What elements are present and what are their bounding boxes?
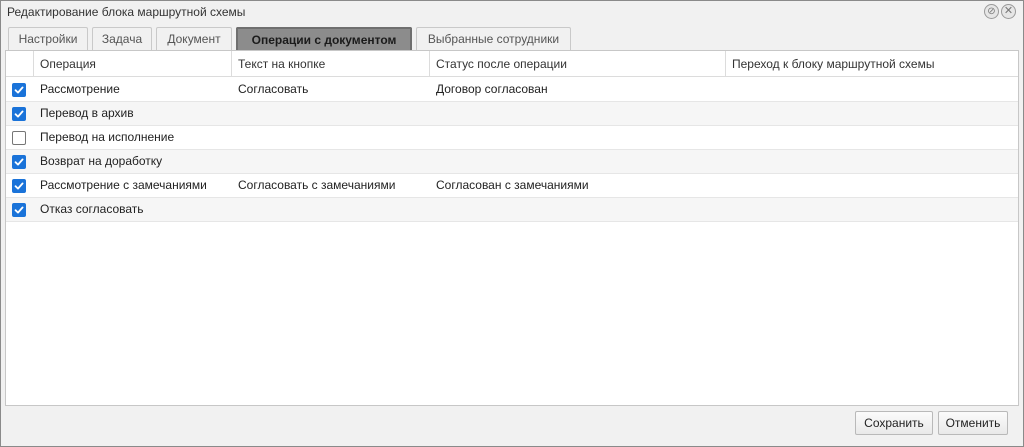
- grid-header: Операция Текст на кнопке Статус после оп…: [6, 51, 1018, 77]
- checkbox-unchecked[interactable]: [12, 131, 26, 145]
- table-row[interactable]: Возврат на доработку: [6, 150, 1018, 174]
- checkbox-checked[interactable]: [12, 155, 26, 169]
- table-row[interactable]: Рассмотрение с замечаниями Согласовать с …: [6, 174, 1018, 198]
- cell-operation: Перевод на исполнение: [40, 130, 175, 144]
- tab-document[interactable]: Документ: [156, 27, 232, 50]
- checkbox-checked[interactable]: [12, 83, 26, 97]
- cell-operation: Рассмотрение с замечаниями: [40, 178, 207, 192]
- header-checkbox-column: [6, 51, 34, 77]
- cell-status: Согласован с замечаниями: [436, 178, 589, 192]
- save-button[interactable]: Сохранить: [855, 411, 933, 435]
- cell-button-text: [232, 126, 238, 150]
- restore-icon[interactable]: ⊘: [984, 4, 999, 19]
- title-bar[interactable]: Редактирование блока маршрутной схемы ⊘ …: [1, 1, 1023, 23]
- dialog-window: Редактирование блока маршрутной схемы ⊘ …: [0, 0, 1024, 447]
- cell-status: [430, 198, 436, 222]
- column-header-transition[interactable]: Переход к блоку маршрутной схемы: [726, 51, 1018, 77]
- operations-grid: Операция Текст на кнопке Статус после оп…: [5, 50, 1019, 406]
- cell-button-text: [232, 102, 238, 126]
- cell-operation: Перевод в архив: [40, 106, 134, 120]
- cell-status: [430, 150, 436, 174]
- tab-selected-employees[interactable]: Выбранные сотрудники: [416, 27, 571, 50]
- column-header-operation[interactable]: Операция: [34, 51, 232, 77]
- cell-transition: [726, 126, 732, 150]
- table-row[interactable]: Перевод на исполнение: [6, 126, 1018, 150]
- tab-settings[interactable]: Настройки: [8, 27, 88, 50]
- cell-transition: [726, 102, 732, 126]
- cell-operation: Рассмотрение: [40, 82, 120, 96]
- cell-status: [430, 126, 436, 150]
- cell-operation: Отказ согласовать: [40, 202, 144, 216]
- cancel-button[interactable]: Отменить: [938, 411, 1008, 435]
- close-icon[interactable]: ✕: [1001, 4, 1016, 19]
- cell-status: [430, 102, 436, 126]
- cell-transition: [726, 174, 732, 198]
- cell-transition: [726, 150, 732, 174]
- cell-transition: [726, 78, 732, 102]
- tab-document-operations[interactable]: Операции с документом: [236, 27, 412, 50]
- cell-status: Договор согласован: [436, 82, 548, 96]
- column-header-button-text[interactable]: Текст на кнопке: [232, 51, 430, 77]
- checkbox-checked[interactable]: [12, 203, 26, 217]
- cell-transition: [726, 198, 732, 222]
- table-row[interactable]: Отказ согласовать: [6, 198, 1018, 222]
- table-row[interactable]: Рассмотрение Согласовать Договор согласова…: [6, 78, 1018, 102]
- table-row[interactable]: Перевод в архив: [6, 102, 1018, 126]
- checkbox-checked[interactable]: [12, 107, 26, 121]
- checkbox-checked[interactable]: [12, 179, 26, 193]
- tab-task[interactable]: Задача: [92, 27, 152, 50]
- cell-button-text: [232, 198, 238, 222]
- cell-button-text: Согласовать: [238, 82, 309, 96]
- cell-button-text: [232, 150, 238, 174]
- cell-operation: Возврат на доработку: [40, 154, 163, 168]
- window-title: Редактирование блока маршрутной схемы: [7, 5, 246, 19]
- cell-button-text: Согласовать с замечаниями: [238, 178, 396, 192]
- column-header-status[interactable]: Статус после операции: [430, 51, 726, 77]
